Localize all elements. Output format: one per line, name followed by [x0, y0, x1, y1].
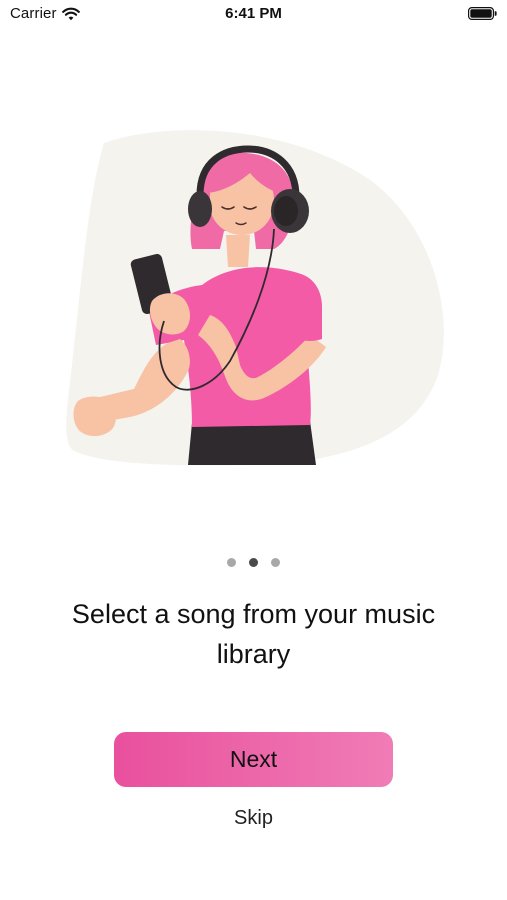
- page-dot-active[interactable]: [249, 558, 258, 567]
- page-dot[interactable]: [227, 558, 236, 567]
- next-button[interactable]: Next: [114, 732, 393, 787]
- skip-button[interactable]: Skip: [203, 803, 304, 833]
- left-hand: [73, 396, 116, 437]
- woman-with-headphones-illustration: [66, 130, 444, 466]
- page-dot[interactable]: [271, 558, 280, 567]
- onboarding-title: Select a song from your music library: [71, 599, 436, 669]
- page-indicator: [0, 558, 507, 567]
- status-time: 6:41 PM: [225, 5, 282, 22]
- skirt: [188, 421, 316, 465]
- headphone-left-cup: [188, 191, 212, 227]
- status-bar: Carrier 6:41 PM: [0, 0, 507, 30]
- battery-full-icon: [468, 7, 497, 20]
- neck: [226, 235, 250, 267]
